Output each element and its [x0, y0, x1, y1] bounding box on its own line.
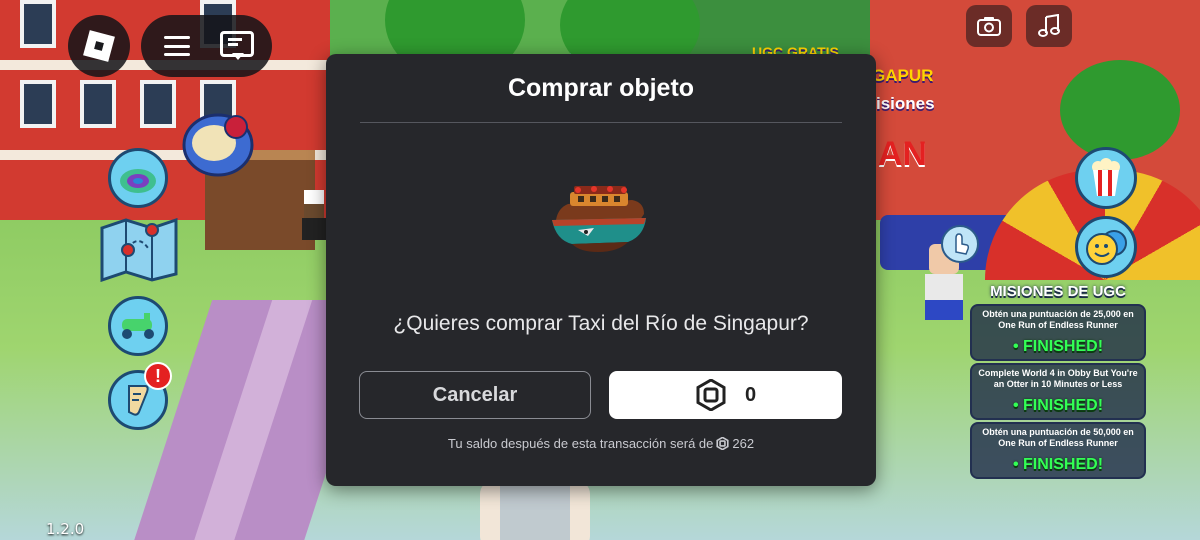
tree — [1060, 60, 1180, 160]
purchase-prompt: ¿Quieres comprar Taxi del Río de Singapu… — [393, 312, 809, 335]
hamburger-menu-icon[interactable] — [164, 36, 190, 56]
quest-description: Obtén una puntuación de 50,000 en One Ru… — [982, 427, 1134, 448]
vehicle-button[interactable] — [108, 296, 168, 356]
cancel-button[interactable]: Cancelar — [359, 371, 591, 419]
ugc-quests-panel: MISIONES DE UGC Obtén una puntuación de … — [970, 283, 1146, 481]
balance-prefix: Tu saldo después de esta transacción ser… — [447, 436, 714, 451]
quest-description: Obtén una puntuación de 25,000 en One Ru… — [982, 309, 1134, 330]
purchase-dialog: Comprar objeto ¿Quieres comprar Taxi del… — [326, 54, 876, 486]
quest-item: Complete World 4 in Obby But You're an O… — [970, 363, 1146, 420]
price-label: 0 — [744, 383, 757, 406]
music-note-icon — [1038, 14, 1060, 37]
buy-button[interactable]: 0 — [609, 371, 842, 419]
quests-title: MISIONES DE UGC — [990, 283, 1126, 300]
quest-description: Complete World 4 in Obby But You're an O… — [978, 368, 1138, 389]
quest-item: Obtén una puntuación de 25,000 en One Ru… — [970, 304, 1146, 361]
popcorn-icon — [1092, 158, 1120, 196]
balance-note: Tu saldo después de esta transacción ser… — [326, 436, 876, 451]
robux-icon — [696, 379, 726, 411]
quest-status: • FINISHED! — [1012, 397, 1104, 414]
robux-icon — [716, 437, 729, 450]
portal-icon — [120, 169, 156, 193]
smiley-icon — [1086, 230, 1127, 265]
scooter-icon — [122, 313, 154, 339]
world-sign: AN — [878, 135, 928, 173]
item-thumbnail — [552, 186, 646, 252]
notification-badge: ! — [144, 362, 172, 390]
version-label: 1.2.0 — [46, 520, 85, 538]
quest-status: • FINISHED! — [1012, 456, 1104, 473]
camera-button[interactable] — [966, 5, 1012, 47]
tap-hand-icon — [941, 225, 979, 263]
roblox-menu-button[interactable] — [68, 15, 130, 77]
dialog-title: Comprar objeto — [507, 74, 695, 102]
emote-button[interactable] — [1075, 216, 1137, 278]
quest-status: • FINISHED! — [1012, 338, 1104, 355]
topbar-menu-group — [141, 15, 272, 77]
popcorn-button[interactable] — [1075, 147, 1137, 209]
quest-item: Obtén una puntuación de 50,000 en One Ru… — [970, 422, 1146, 479]
dialog-divider — [360, 122, 842, 123]
scroll-icon — [128, 385, 149, 416]
roblox-logo-icon — [83, 30, 115, 62]
balance-value: 262 — [732, 436, 755, 451]
music-button[interactable] — [1026, 5, 1072, 47]
world-sign: GAPUR — [872, 66, 934, 85]
world-sign: isiones — [876, 94, 935, 113]
food-plate-icon[interactable] — [180, 105, 260, 180]
camera-icon — [977, 17, 1001, 36]
map-icon[interactable] — [98, 218, 180, 282]
chat-icon[interactable] — [220, 31, 254, 61]
portal-button[interactable] — [108, 148, 168, 208]
